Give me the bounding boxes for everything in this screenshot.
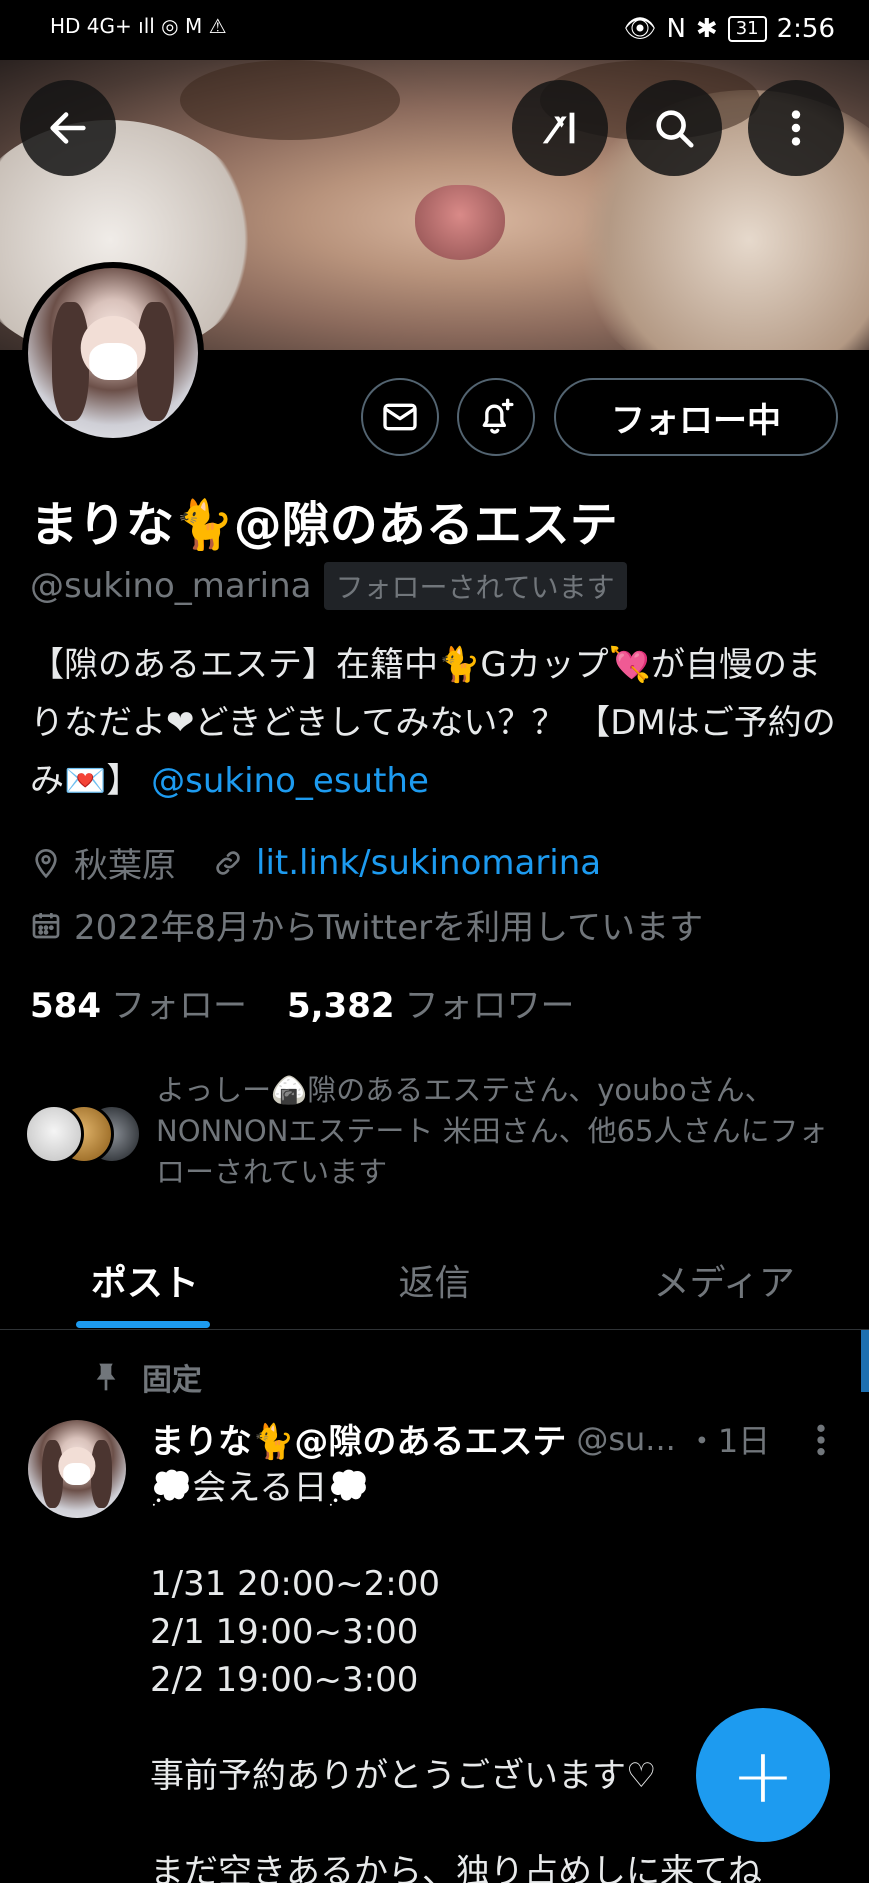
pinned-label-row: 固定 [92,1355,202,1399]
more-options-button[interactable] [748,80,844,176]
followed-by-row[interactable]: よっしー🍙隙のあるエステさん、youboさん、NONNONエステート 米田さん、… [24,1070,844,1193]
bio-mention-link[interactable]: @sukino_esuthe [151,761,429,801]
followers-label: フォロワー [404,986,575,1026]
followers-stat[interactable]: 5,382 フォロワー [287,978,575,1027]
message-button[interactable] [361,378,439,456]
tab-replies[interactable]: 返信 [290,1230,580,1329]
pinned-label: 固定 [142,1363,202,1398]
handle: @sukino_marina [30,566,312,606]
grok-icon [542,112,575,144]
scrollbar[interactable] [861,1330,869,1392]
avatar [24,1104,84,1164]
link-icon [216,850,240,875]
followers-count: 5,382 [286,986,395,1026]
post-author-handle: @su... [576,1419,676,1458]
location-pin-icon [35,848,57,878]
tab-media[interactable]: メディア [579,1230,869,1329]
follows-you-badge: フォローされています [323,562,627,610]
grok-button[interactable] [512,80,608,176]
back-arrow-icon [50,112,86,144]
following-count: 584 [30,986,101,1026]
status-left-icons: HD 4G+ ıll ◎ M ⚠ [50,14,227,38]
bio: 【隙のあるエステ】在籍中🐈Gカップ💘が自慢のまりなだよ❤どきどきしてみない？？ … [30,636,850,810]
clock: 2:56 [776,14,835,44]
tab-posts[interactable]: ポスト [0,1230,290,1329]
pin-icon [96,1363,116,1391]
plus-icon: + [731,1730,795,1820]
post-header: まりな🐈@隙のあるエステ @su... ・1日 [150,1414,850,1463]
calendar-icon [32,912,60,938]
search-button[interactable] [626,80,722,176]
location: 秋葉原 [74,846,176,886]
joined-row: 2022年8月からTwitterを利用しています [30,900,703,949]
more-vertical-icon [791,110,801,146]
profile-meta-row: 秋葉原 lit.link/sukinomarina [30,838,601,887]
display-name: まりな🐈@隙のあるエステ [30,497,618,553]
followed-by-avatars [24,1104,142,1174]
follow-stats: 584 フォロー 5,382 フォロワー [30,978,575,1027]
following-stat[interactable]: 584 フォロー [30,978,247,1027]
back-button[interactable] [20,80,116,176]
post-time[interactable]: ・1日 [686,1416,770,1462]
bluetooth-icon: ✱ [695,14,718,44]
nfc-icon: N [666,14,686,44]
joined-date: 2022年8月からTwitterを利用しています [74,908,704,948]
profile-tabs: ポスト 返信 メディア [0,1230,869,1330]
status-bar: HD 4G+ ıll ◎ M ⚠ 👁 N ✱ 31 2:56 [0,0,869,60]
notifications-button[interactable] [457,378,535,456]
battery-icon: 31 [727,16,767,42]
post-more-icon[interactable] [808,1420,834,1460]
envelope-icon [383,403,417,431]
status-right: 👁 N ✱ 31 2:56 [623,14,835,44]
followed-by-text: よっしー🍙隙のあるエステさん、youboさん、NONNONエステート 米田さん、… [156,1073,828,1189]
bell-plus-icon [482,398,514,434]
compose-post-button[interactable]: + [696,1708,830,1842]
post-author-avatar[interactable] [28,1420,126,1518]
active-tab-indicator [76,1321,210,1328]
handle-row: @sukino_marina フォローされています [30,562,627,610]
website-link[interactable]: lit.link/sukinomarina [256,843,601,883]
eye-icon: 👁 [623,14,657,44]
profile-avatar[interactable] [22,262,204,444]
following-label: フォロー [110,986,247,1026]
search-icon [656,110,694,148]
post-author-name[interactable]: まりな🐈@隙のあるエステ [150,1414,566,1463]
following-button[interactable]: フォロー中 [554,378,838,456]
